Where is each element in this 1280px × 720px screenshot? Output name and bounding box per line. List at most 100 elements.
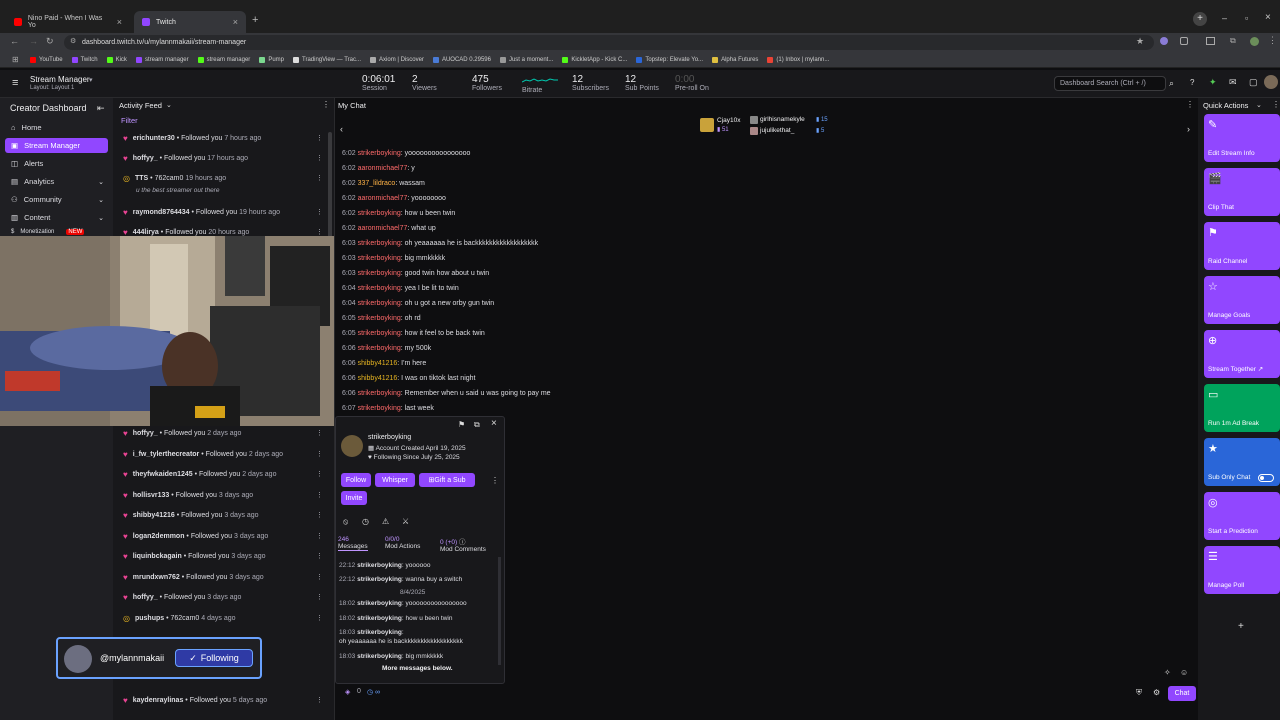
chat-username[interactable]: strikerboyking (358, 390, 401, 397)
more-options-icon[interactable]: ⋮ (316, 593, 323, 601)
bookmark-kick[interactable]: Kick (106, 56, 127, 63)
feed-item[interactable]: ♥ logan2demmon • Followed you 3 days ago ⋮ (123, 529, 323, 543)
quick-action-start-a-prediction[interactable]: ◎ Start a Prediction (1204, 492, 1280, 540)
more-options-icon[interactable]: ⋮ (316, 532, 323, 540)
feed-item[interactable]: ◎ TTS • 762cam0 19 hours ago ⋮ (123, 171, 323, 185)
browser-tab-youtube[interactable]: Nino Paid - When I Was Yo × (6, 11, 130, 33)
leader-name[interactable]: girlhisnamekyle (760, 116, 805, 123)
close-tab-icon[interactable]: × (117, 17, 122, 27)
chevron-down-icon[interactable]: ⌄ (1256, 101, 1262, 109)
bookmark-kickletapp[interactable]: KickletApp - Kick C... (562, 56, 627, 63)
chat-username[interactable]: strikerboyking (358, 405, 401, 412)
browser-tab-twitch[interactable]: Twitch × (134, 11, 246, 33)
add-quick-action-icon[interactable]: + (1238, 621, 1244, 632)
chat-username[interactable]: aaronmichael77 (358, 225, 408, 232)
maximize-icon[interactable]: ▫ (1245, 13, 1248, 23)
menu-dots-icon[interactable]: ⋮ (1268, 35, 1277, 46)
chat-send-button[interactable]: Chat (1168, 686, 1196, 701)
more-options-icon[interactable]: ⋮ (1272, 100, 1280, 109)
sub-only-toggle[interactable] (1258, 474, 1274, 482)
chat-username[interactable]: aaronmichael77 (358, 165, 408, 172)
feed-item[interactable]: ♥ hoffyy_ • Followed you 3 days ago ⋮ (123, 590, 323, 604)
layout-selector[interactable]: Layout: Layout 1 (30, 85, 74, 91)
pin-icon[interactable]: ⚑ (458, 420, 465, 429)
quick-action-sub-only-chat[interactable]: ★ Sub Only Chat (1204, 438, 1280, 486)
leader-name[interactable]: jujulikethat_ (760, 127, 794, 134)
chat-username[interactable]: strikerboyking (358, 315, 401, 322)
channel-points-icon[interactable]: ◈ (345, 688, 350, 696)
feed-item[interactable]: ♥ hoffyy_ • Followed you 2 days ago ⋮ (123, 426, 323, 440)
chat-username[interactable]: strikerboyking (358, 270, 401, 277)
more-options-icon[interactable]: ⋮ (1186, 100, 1194, 109)
quick-action-run-1m-ad-break[interactable]: ▭ Run 1m Ad Break (1204, 384, 1280, 432)
gear-icon[interactable]: ⚙ (1153, 688, 1160, 697)
whisper-icon[interactable]: ▢ (1249, 77, 1258, 88)
bookmark-tradingview[interactable]: TradingView — Trac... (293, 56, 361, 63)
chat-username[interactable]: strikerboyking (358, 285, 401, 292)
ban-icon[interactable]: ⦸ (343, 517, 348, 527)
warn-icon[interactable]: ⚠ (382, 517, 389, 526)
feed-item[interactable]: ♥ theyfwkaiden1245 • Followed you 2 days … (123, 467, 323, 481)
dashboard-search-input[interactable]: Dashboard Search (Ctrl + /) (1054, 76, 1166, 91)
more-options-icon[interactable]: ⋮ (316, 696, 323, 704)
bookmark-pump[interactable]: Pump (259, 56, 284, 63)
sidebar-item-analytics[interactable]: ▤ Analytics ⌄ (5, 174, 108, 189)
popout-icon[interactable]: ⧉ (474, 420, 480, 430)
sidebar-item-stream-manager[interactable]: ▣ Stream Manager (5, 138, 108, 153)
whisper-button[interactable]: Whisper (375, 473, 415, 487)
sidebar-item-content[interactable]: ▥ Content ⌄ (5, 210, 108, 225)
quick-action-clip-that[interactable]: 🎬 Clip That (1204, 168, 1280, 216)
bookmark-alpha-futures[interactable]: Alpha Futures (712, 56, 758, 63)
more-options-icon[interactable]: ⋮ (316, 614, 323, 622)
sidepanel-icon[interactable] (1206, 37, 1215, 45)
feed-item[interactable]: ♥ raymond8764434 • Followed you 19 hours … (123, 205, 323, 219)
chevron-right-icon[interactable]: › (1187, 124, 1190, 134)
minimize-icon[interactable]: – (1222, 13, 1227, 23)
more-options-icon[interactable]: ⋮ (316, 429, 323, 437)
more-options-icon[interactable]: ⋮ (316, 208, 323, 216)
inbox-icon[interactable]: ✉ (1229, 77, 1237, 88)
chat-username[interactable]: shibby41216 (358, 360, 398, 367)
forward-icon[interactable]: → (29, 36, 38, 46)
more-options-icon[interactable]: ⋮ (491, 476, 499, 485)
layout-chevron-icon[interactable]: ▾ (89, 76, 93, 84)
close-icon[interactable]: × (491, 418, 497, 429)
more-options-icon[interactable]: ⋮ (316, 573, 323, 581)
new-tab-icon[interactable]: + (252, 14, 258, 26)
extension-icon[interactable]: ✦ (1209, 77, 1217, 88)
extension-icon[interactable] (1180, 37, 1188, 45)
extensions-puzzle-icon[interactable]: ⧉ (1230, 36, 1236, 46)
back-icon[interactable]: ← (10, 36, 19, 46)
url-field[interactable]: ⚙ dashboard.twitch.tv/u/mylannmakaii/str… (64, 35, 1154, 50)
emote-icon[interactable]: ✧ (1164, 668, 1171, 677)
smiley-icon[interactable]: ☺ (1180, 668, 1188, 677)
bookmark-gmail-inbox[interactable]: (1) Inbox | mylann... (767, 56, 829, 63)
site-info-icon[interactable]: ⚙ (70, 37, 76, 45)
chat-username[interactable]: 337_lildraco (358, 180, 396, 187)
feed-item[interactable]: ♥ liquinbckagain • Followed you 3 days ag… (123, 549, 323, 563)
quick-action-edit-stream-info[interactable]: ✎ Edit Stream Info (1204, 114, 1280, 162)
reload-icon[interactable]: ↻ (46, 36, 54, 47)
chat-username[interactable]: aaronmichael77 (358, 195, 408, 202)
feed-item[interactable]: ♥ mrundxwn762 • Followed you 3 days ago ⋮ (123, 570, 323, 584)
bookmark-stream-manager[interactable]: stream manager (135, 56, 189, 63)
help-icon[interactable]: ? (1190, 78, 1194, 87)
sidebar-item-monetization[interactable]: $ Monetization NEW (5, 228, 108, 236)
bookmark-just-a-moment[interactable]: Just a moment... (499, 56, 553, 63)
leader-name[interactable]: Cjay10x (717, 117, 740, 124)
extension-icon[interactable] (1160, 37, 1168, 45)
chevron-left-icon[interactable]: ‹ (340, 124, 343, 134)
user-avatar[interactable] (1264, 75, 1278, 89)
feed-item[interactable]: ♥ hoffyy_ • Followed you 17 hours ago ⋮ (123, 151, 323, 165)
tab-search-icon[interactable]: + (1193, 12, 1207, 26)
more-messages-notice[interactable]: More messages below. (378, 665, 457, 672)
feed-item[interactable]: ♥ hollisvr133 • Followed you 3 days ago ⋮ (123, 488, 323, 502)
chevron-down-icon[interactable]: ⌄ (166, 101, 172, 109)
more-options-icon[interactable]: ⋮ (316, 228, 323, 236)
quick-action-stream-together[interactable]: ⊕ Stream Together ↗ (1204, 330, 1280, 378)
apps-grid-icon[interactable]: ⊞ (12, 55, 19, 64)
quick-action-manage-goals[interactable]: ☆ Manage Goals (1204, 276, 1280, 324)
hamburger-menu-icon[interactable]: ≡ (12, 77, 18, 89)
more-options-icon[interactable]: ⋮ (316, 134, 323, 142)
chat-username[interactable]: strikerboyking (358, 240, 401, 247)
